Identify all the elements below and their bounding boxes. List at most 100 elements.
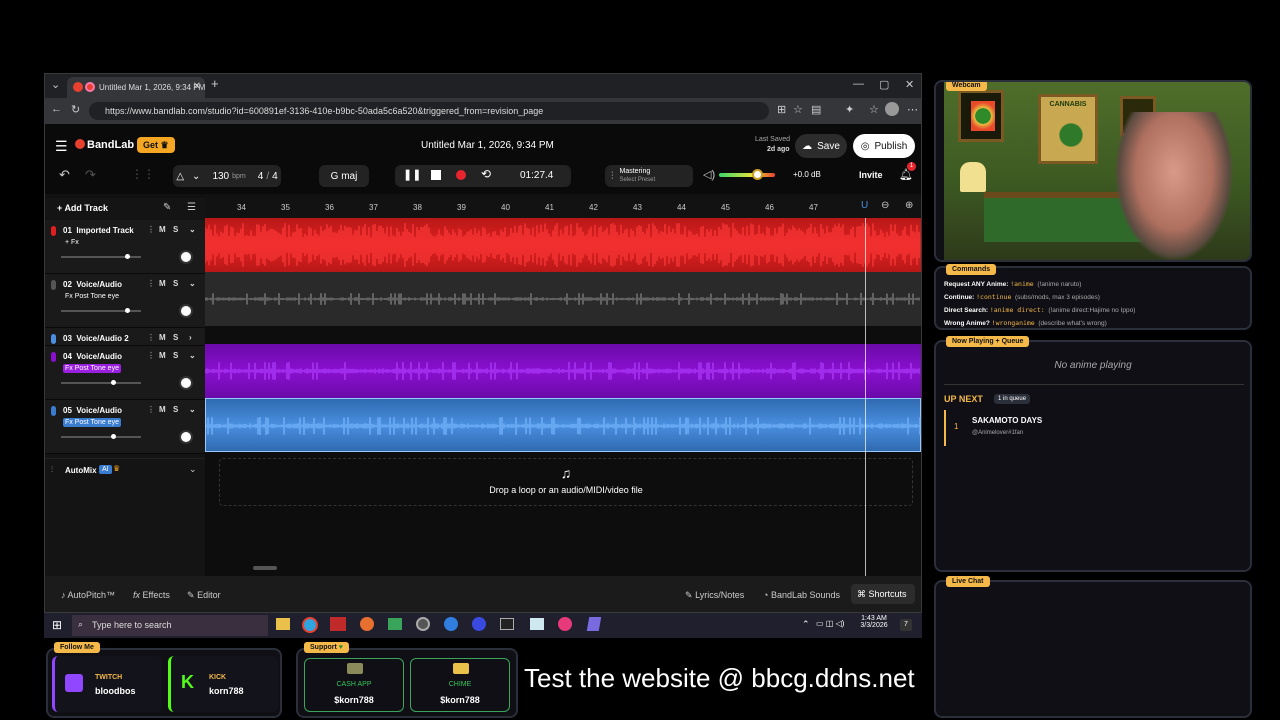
redo-icon[interactable]: ↷ <box>85 167 96 183</box>
tray-chevron-icon[interactable]: ⌃ <box>802 619 810 630</box>
solo-button[interactable]: S <box>173 279 178 288</box>
drop-zone[interactable]: ♫ Drop a loop or an audio/MIDI/video fil… <box>219 458 913 506</box>
track-menu-icon[interactable]: ⋮ <box>147 405 155 414</box>
record-arm-icon[interactable] <box>51 406 56 416</box>
close-window-button[interactable]: ✕ <box>905 78 914 91</box>
voicemeeter-icon[interactable] <box>330 617 346 631</box>
solo-button[interactable]: S <box>173 225 178 234</box>
record-arm-icon[interactable] <box>51 352 56 362</box>
terminal-icon[interactable] <box>500 618 514 630</box>
file-explorer-icon[interactable] <box>276 618 290 630</box>
record-arm-icon[interactable] <box>51 226 56 236</box>
solo-button[interactable]: S <box>173 351 178 360</box>
browser-tab[interactable]: Untitled Mar 1, 2026, 9:34 PM ✕ <box>67 77 205 98</box>
track-menu-icon[interactable]: ⋮ <box>147 333 155 342</box>
invite-button[interactable]: Invite <box>859 170 883 180</box>
track-header[interactable]: 02 Voice/Audio ⋮ M S ⌄ Fx Post Tone eye <box>45 274 205 328</box>
track-header[interactable]: 05 Voice/Audio ⋮ M S ⌄ Fx Post Tone eye <box>45 400 205 454</box>
automix-row[interactable]: ⫶ AutoMix AI ♛ ⌄ <box>45 458 205 480</box>
autopitch-button[interactable]: ♪ AutoPitch™ <box>61 590 115 600</box>
apps-icon[interactable]: ⊞ <box>777 103 786 116</box>
editor-button[interactable]: ✎ Editor <box>187 590 221 601</box>
volume-handle[interactable] <box>124 254 130 259</box>
record-arm-icon[interactable] <box>51 334 56 344</box>
url-input[interactable]: https://www.bandlab.com/studio?id=600891… <box>89 102 769 120</box>
reload-icon[interactable]: ↻ <box>71 103 80 116</box>
zoom-in-icon[interactable]: ⊕ <box>905 200 913 211</box>
mute-button[interactable]: M <box>159 225 166 234</box>
solo-button[interactable]: S <box>173 405 178 414</box>
track-menu-icon[interactable]: ⋮ <box>147 279 155 288</box>
track-expand-icon[interactable]: ⌄ <box>189 225 196 234</box>
notification-center-icon[interactable]: 7 <box>900 619 912 631</box>
media-player-icon[interactable] <box>472 617 486 631</box>
tuner-icon[interactable]: ✎ <box>163 202 171 213</box>
audio-clip[interactable] <box>205 218 921 272</box>
tab-list-icon[interactable]: ⌄ <box>51 78 60 91</box>
save-button[interactable]: ☁ Save <box>795 134 847 158</box>
more-menu-icon[interactable]: ⋯ <box>907 103 918 116</box>
track-expand-icon[interactable]: ⌄ <box>189 351 196 360</box>
lyrics-notes-button[interactable]: ✎ Lyrics/Notes <box>685 590 744 601</box>
empty-track-lane[interactable] <box>205 326 921 344</box>
tray-icons[interactable]: ▭ ◫ ◁) <box>816 619 844 628</box>
key-selector[interactable]: G maj <box>319 165 369 187</box>
undo-icon[interactable]: ↶ <box>59 167 70 183</box>
obs-icon[interactable] <box>416 617 430 631</box>
timeline[interactable]: 34 35 36 37 38 39 40 41 42 43 44 45 46 47 U ⊖ ⊕ ♫ Dro… <box>205 198 921 578</box>
media-icon[interactable] <box>558 617 572 631</box>
publish-button[interactable]: ◎ Publish <box>853 134 915 158</box>
app-icon-purple[interactable] <box>586 617 602 631</box>
horizontal-scrollbar[interactable] <box>253 566 277 570</box>
track-name[interactable]: 05 Voice/Audio <box>63 406 122 415</box>
track-header[interactable]: 03 Voice/Audio 2 ⋮ M S › <box>45 328 205 346</box>
mute-button[interactable]: M <box>159 351 166 360</box>
pan-knob[interactable] <box>179 250 193 264</box>
volume-handle[interactable] <box>124 308 130 313</box>
get-membership-button[interactable]: Get ♛ <box>137 137 175 153</box>
track-expand-icon[interactable]: ⌄ <box>189 279 196 288</box>
volume-handle[interactable] <box>111 434 116 439</box>
track-name[interactable]: 04 Voice/Audio <box>63 352 122 361</box>
playhead[interactable] <box>865 218 866 578</box>
track-name[interactable]: 03 Voice/Audio 2 <box>63 334 129 343</box>
track-expand-icon[interactable]: › <box>189 333 192 342</box>
effects-button[interactable]: fx Effects <box>133 590 170 600</box>
app-icon-green[interactable] <box>388 618 402 630</box>
master-volume-handle[interactable] <box>752 169 763 180</box>
track-menu-icon[interactable]: ⋮ <box>147 351 155 360</box>
magnet-icon[interactable]: U <box>861 200 868 211</box>
record-button[interactable] <box>456 170 466 180</box>
track-volume-slider[interactable] <box>61 434 141 439</box>
track-effects-button[interactable]: Fx Post Tone eye <box>63 364 121 373</box>
bookmark-star-icon[interactable]: ☆ <box>793 103 803 116</box>
track-volume-slider[interactable] <box>61 254 141 259</box>
solo-button[interactable]: S <box>173 333 178 342</box>
track-name[interactable]: 01 Imported Track <box>63 226 134 235</box>
track-volume-slider[interactable] <box>61 308 141 313</box>
track-menu-icon[interactable]: ⋮ <box>147 225 155 234</box>
timeline-ruler[interactable]: 34 35 36 37 38 39 40 41 42 43 44 45 46 47 <box>205 198 921 218</box>
pan-knob[interactable] <box>179 304 193 318</box>
track-header[interactable]: 01 Imported Track ⋮ M S ⌄ + Fx <box>45 220 205 274</box>
track-expand-icon[interactable]: ⌄ <box>189 405 196 414</box>
pan-knob[interactable] <box>179 430 193 444</box>
add-track-button[interactable]: + Add Track <box>57 203 108 213</box>
track-effects-button[interactable]: Fx Post Tone eye <box>63 292 121 301</box>
volume-icon[interactable]: ◁) <box>703 168 715 181</box>
master-volume-slider[interactable] <box>719 173 775 177</box>
windows-start-icon[interactable]: ⊞ <box>52 618 62 632</box>
profile-avatar[interactable] <box>885 102 899 116</box>
volume-handle[interactable] <box>111 380 116 385</box>
tempo-control[interactable]: △ ⌄ 130 bpm 4 / 4 <box>173 165 281 187</box>
pan-knob[interactable] <box>179 376 193 390</box>
close-tab-icon[interactable]: ✕ <box>193 81 201 92</box>
edge-browser-icon[interactable] <box>302 617 318 633</box>
project-title[interactable]: Untitled Mar 1, 2026, 9:34 PM <box>421 140 554 151</box>
pause-button[interactable]: ❚❚ <box>403 168 421 181</box>
stop-button[interactable] <box>431 170 441 180</box>
edge-icon[interactable] <box>444 617 458 631</box>
maximize-button[interactable]: ▢ <box>879 78 889 91</box>
notepad-icon[interactable] <box>530 618 544 630</box>
track-header[interactable]: 04 Voice/Audio ⋮ M S ⌄ Fx Post Tone eye <box>45 346 205 400</box>
